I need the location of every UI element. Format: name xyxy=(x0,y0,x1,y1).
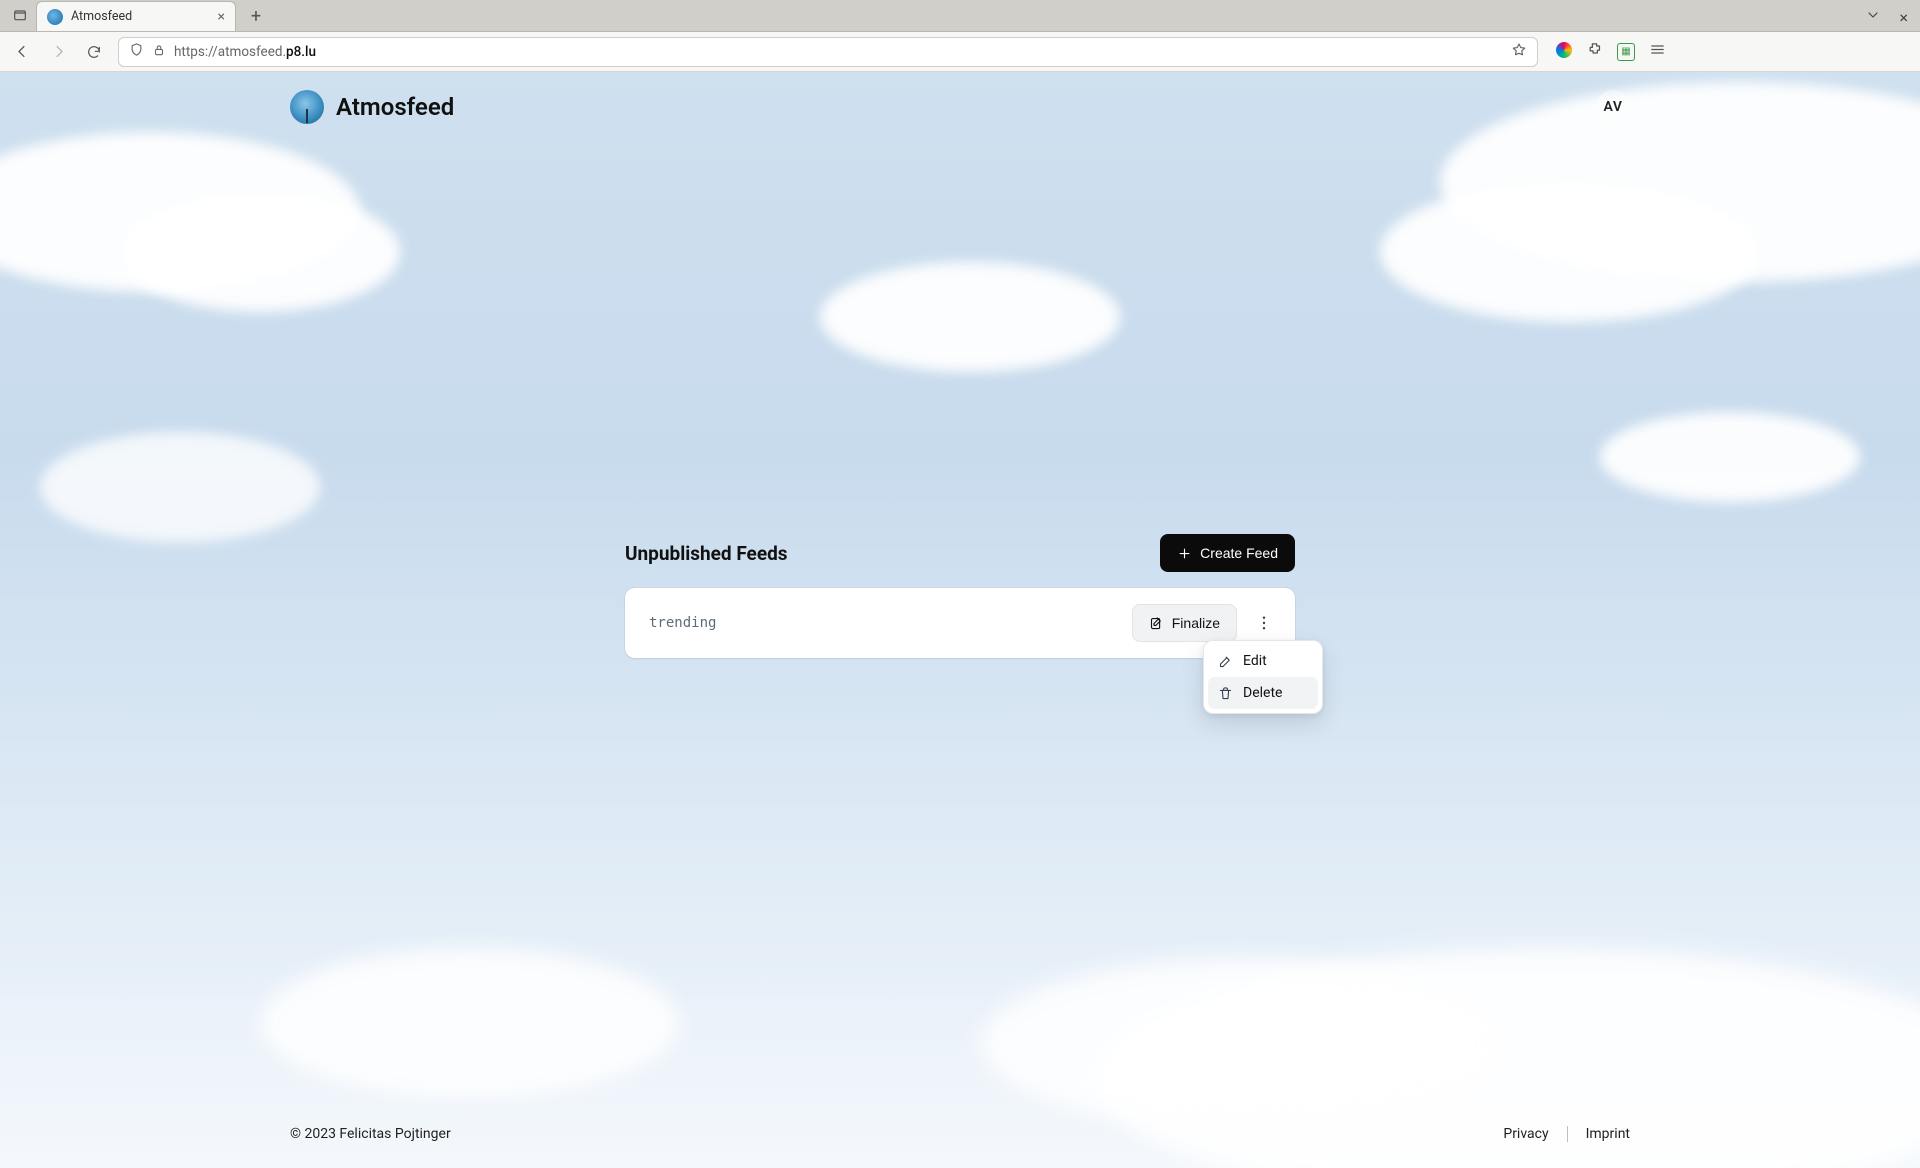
panel-head: Unpublished Feeds Create Feed xyxy=(625,534,1295,572)
nav-forward-button[interactable] xyxy=(46,40,70,64)
menu-item-edit[interactable]: Edit xyxy=(1208,645,1318,677)
avatar-initials: AV xyxy=(1604,99,1623,115)
brand[interactable]: Atmosfeed xyxy=(290,90,454,124)
url-bar[interactable]: https://atmosfeed.p8.lu xyxy=(118,37,1538,67)
extensions-icon[interactable] xyxy=(1586,41,1603,62)
browser-toolbar: https://atmosfeed.p8.lu ▦ xyxy=(0,32,1920,72)
toolbar-right: ▦ xyxy=(1556,41,1666,62)
tab-favicon xyxy=(47,9,63,25)
lock-icon xyxy=(152,43,166,61)
brand-title: Atmosfeed xyxy=(336,93,454,121)
app-menu-icon[interactable] xyxy=(1649,41,1666,62)
more-vertical-icon xyxy=(1255,614,1273,632)
browser-tabbar: Atmosfeed × + × xyxy=(0,0,1920,32)
menu-item-delete-label: Delete xyxy=(1243,685,1282,701)
footer-separator xyxy=(1567,1126,1568,1142)
create-feed-label: Create Feed xyxy=(1200,545,1278,561)
window-close-icon[interactable]: × xyxy=(1899,8,1908,27)
tabs-overflow-icon[interactable] xyxy=(1865,7,1881,27)
panel-title: Unpublished Feeds xyxy=(625,542,788,565)
main: Unpublished Feeds Create Feed trending xyxy=(0,124,1920,1108)
extension-a-icon[interactable] xyxy=(1556,42,1572,62)
url-host: p8.lu xyxy=(286,44,316,60)
browser-tab-active[interactable]: Atmosfeed × xyxy=(36,1,236,31)
tab-title: Atmosfeed xyxy=(71,9,210,24)
create-feed-button[interactable]: Create Feed xyxy=(1160,534,1295,572)
bookmark-star-icon[interactable] xyxy=(1511,42,1527,62)
finalize-button[interactable]: Finalize xyxy=(1132,604,1237,642)
url-prefix: https://atmosfeed. xyxy=(174,44,286,60)
edit-icon xyxy=(1218,654,1233,669)
viewport: Atmosfeed AV Unpublished Feeds Create Fe… xyxy=(0,72,1920,1168)
footer-privacy-link[interactable]: Privacy xyxy=(1503,1126,1548,1142)
plus-icon xyxy=(1177,546,1192,561)
feed-more-button[interactable] xyxy=(1247,606,1281,640)
brand-logo-icon xyxy=(290,90,324,124)
trash-icon xyxy=(1218,686,1233,701)
nav-back-button[interactable] xyxy=(10,40,34,64)
finalize-label: Finalize xyxy=(1172,615,1220,631)
extension-b-icon[interactable]: ▦ xyxy=(1617,43,1635,61)
shield-icon xyxy=(129,42,144,61)
nav-reload-button[interactable] xyxy=(82,40,106,64)
footer-imprint-link[interactable]: Imprint xyxy=(1586,1126,1630,1142)
footer: © 2023 Felicitas Pojtinger Privacy Impri… xyxy=(0,1108,1920,1168)
feed-card: trending Finalize xyxy=(625,588,1295,658)
menu-item-delete[interactable]: Delete xyxy=(1208,677,1318,709)
avatar[interactable]: AV xyxy=(1596,90,1630,124)
footer-copyright: © 2023 Felicitas Pojtinger xyxy=(290,1126,451,1142)
new-tab-button[interactable]: + xyxy=(242,2,270,30)
feed-more-menu: Edit Delete xyxy=(1203,640,1323,714)
feed-name: trending xyxy=(649,615,716,631)
footer-links: Privacy Imprint xyxy=(1503,1126,1630,1142)
recent-window-icon[interactable] xyxy=(8,3,32,27)
card-actions: Finalize xyxy=(1132,604,1281,642)
menu-item-edit-label: Edit xyxy=(1243,653,1267,669)
finalize-icon xyxy=(1149,616,1164,631)
tab-close-icon[interactable]: × xyxy=(218,9,225,25)
url-text: https://atmosfeed.p8.lu xyxy=(174,44,1503,60)
feeds-panel: Unpublished Feeds Create Feed trending xyxy=(625,534,1295,658)
app-header: Atmosfeed AV xyxy=(0,72,1920,124)
